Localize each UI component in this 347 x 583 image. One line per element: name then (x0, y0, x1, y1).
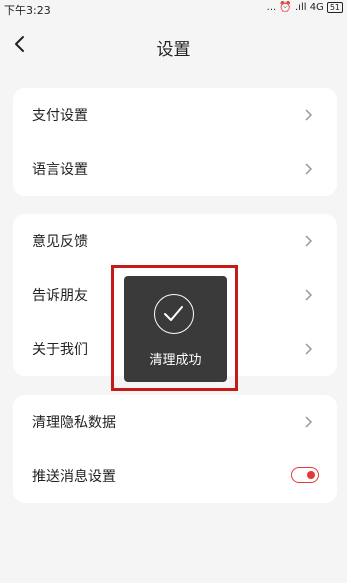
page-title: 设置 (156, 40, 191, 60)
status-icons-text: ... ⏰ .ıll 4G (266, 2, 324, 13)
settings-item-payment[interactable]: 支付设置 (13, 88, 337, 142)
settings-item-clear-privacy[interactable]: 清理隐私数据 (13, 395, 337, 449)
chevron-right-icon (305, 289, 313, 301)
settings-item-label: 语言设置 (32, 162, 88, 178)
settings-item-label: 意见反馈 (32, 234, 88, 250)
settings-item-push: 推送消息设置 (13, 449, 337, 503)
settings-item-label: 关于我们 (32, 342, 88, 358)
settings-item-feedback[interactable]: 意见反馈 (13, 214, 337, 268)
success-toast: 清理成功 (124, 276, 227, 382)
chevron-right-icon (305, 416, 313, 428)
status-indicators: ... ⏰ .ıll 4G 51 (267, 2, 343, 13)
status-time: 下午3:23 (4, 4, 51, 17)
checkmark-icon (154, 294, 194, 334)
settings-card-privacy-push: 清理隐私数据 推送消息设置 (13, 395, 337, 503)
chevron-right-icon (305, 109, 313, 121)
chevron-right-icon (305, 163, 313, 175)
chevron-right-icon (305, 343, 313, 355)
settings-item-label: 支付设置 (32, 108, 88, 124)
settings-card-payment-language: 支付设置 语言设置 (13, 88, 337, 196)
header: 设置 (0, 22, 347, 70)
chevron-right-icon (305, 235, 313, 247)
battery-icon: 51 (326, 2, 343, 13)
toggle-knob (307, 471, 315, 479)
toast-message: 清理成功 (149, 353, 202, 368)
settings-item-label: 清理隐私数据 (32, 415, 116, 431)
settings-item-language[interactable]: 语言设置 (13, 142, 337, 196)
status-bar: 下午3:23 ... ⏰ .ıll 4G 51 (0, 0, 347, 20)
settings-item-label: 告诉朋友 (32, 288, 88, 304)
settings-item-label: 推送消息设置 (32, 469, 116, 485)
push-toggle[interactable] (291, 467, 319, 483)
